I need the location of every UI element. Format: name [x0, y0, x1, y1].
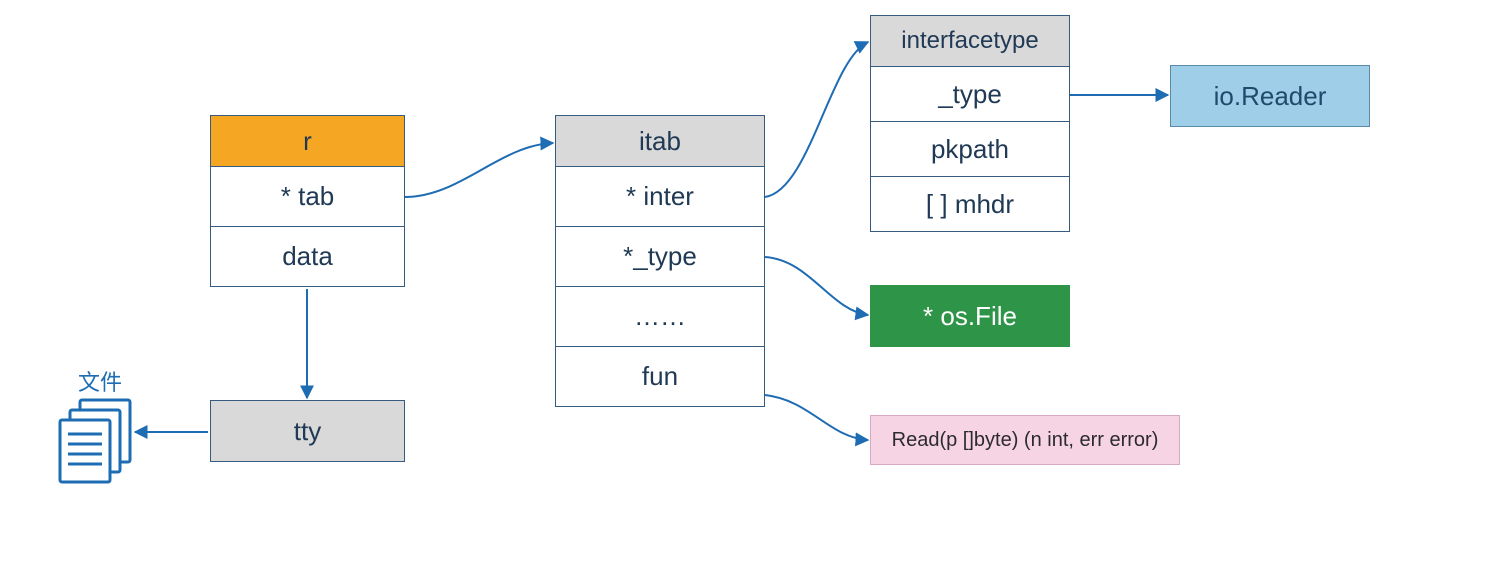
r-field-data: data: [210, 227, 405, 287]
interfacetype-header: interfacetype: [870, 15, 1070, 67]
arrow-tab-to-itab: [405, 143, 553, 197]
itab-field-fun: fun: [555, 347, 765, 407]
itab-field-inter: * inter: [555, 167, 765, 227]
interfacetype-struct: interfacetype _type pkpath [ ] mhdr: [870, 15, 1070, 232]
itab-struct: itab * inter *_type …… fun: [555, 115, 765, 407]
r-header: r: [210, 115, 405, 167]
tty-box: tty: [210, 400, 405, 462]
io-reader-box: io.Reader: [1170, 65, 1370, 127]
interfacetype-field-pkpath: pkpath: [870, 122, 1070, 177]
interfacetype-field-mhdr: [ ] mhdr: [870, 177, 1070, 232]
r-struct: r * tab data: [210, 115, 405, 287]
os-file-box: * os.File: [870, 285, 1070, 347]
r-field-tab: * tab: [210, 167, 405, 227]
arrow-type-to-osfile: [765, 257, 868, 315]
read-sig-label: Read(p []byte) (n int, err error): [892, 429, 1159, 452]
io-reader-label: io.Reader: [1214, 81, 1327, 112]
read-sig-box: Read(p []byte) (n int, err error): [870, 415, 1180, 465]
arrow-inter-to-iface: [765, 42, 868, 197]
itab-field-type: *_type: [555, 227, 765, 287]
os-file-label: * os.File: [923, 301, 1017, 332]
arrow-fun-to-read: [765, 395, 868, 440]
itab-header: itab: [555, 115, 765, 167]
tty-label: tty: [294, 416, 321, 447]
interfacetype-field-type: _type: [870, 67, 1070, 122]
file-text-label: 文件: [78, 365, 122, 397]
itab-field-dots: ……: [555, 287, 765, 347]
